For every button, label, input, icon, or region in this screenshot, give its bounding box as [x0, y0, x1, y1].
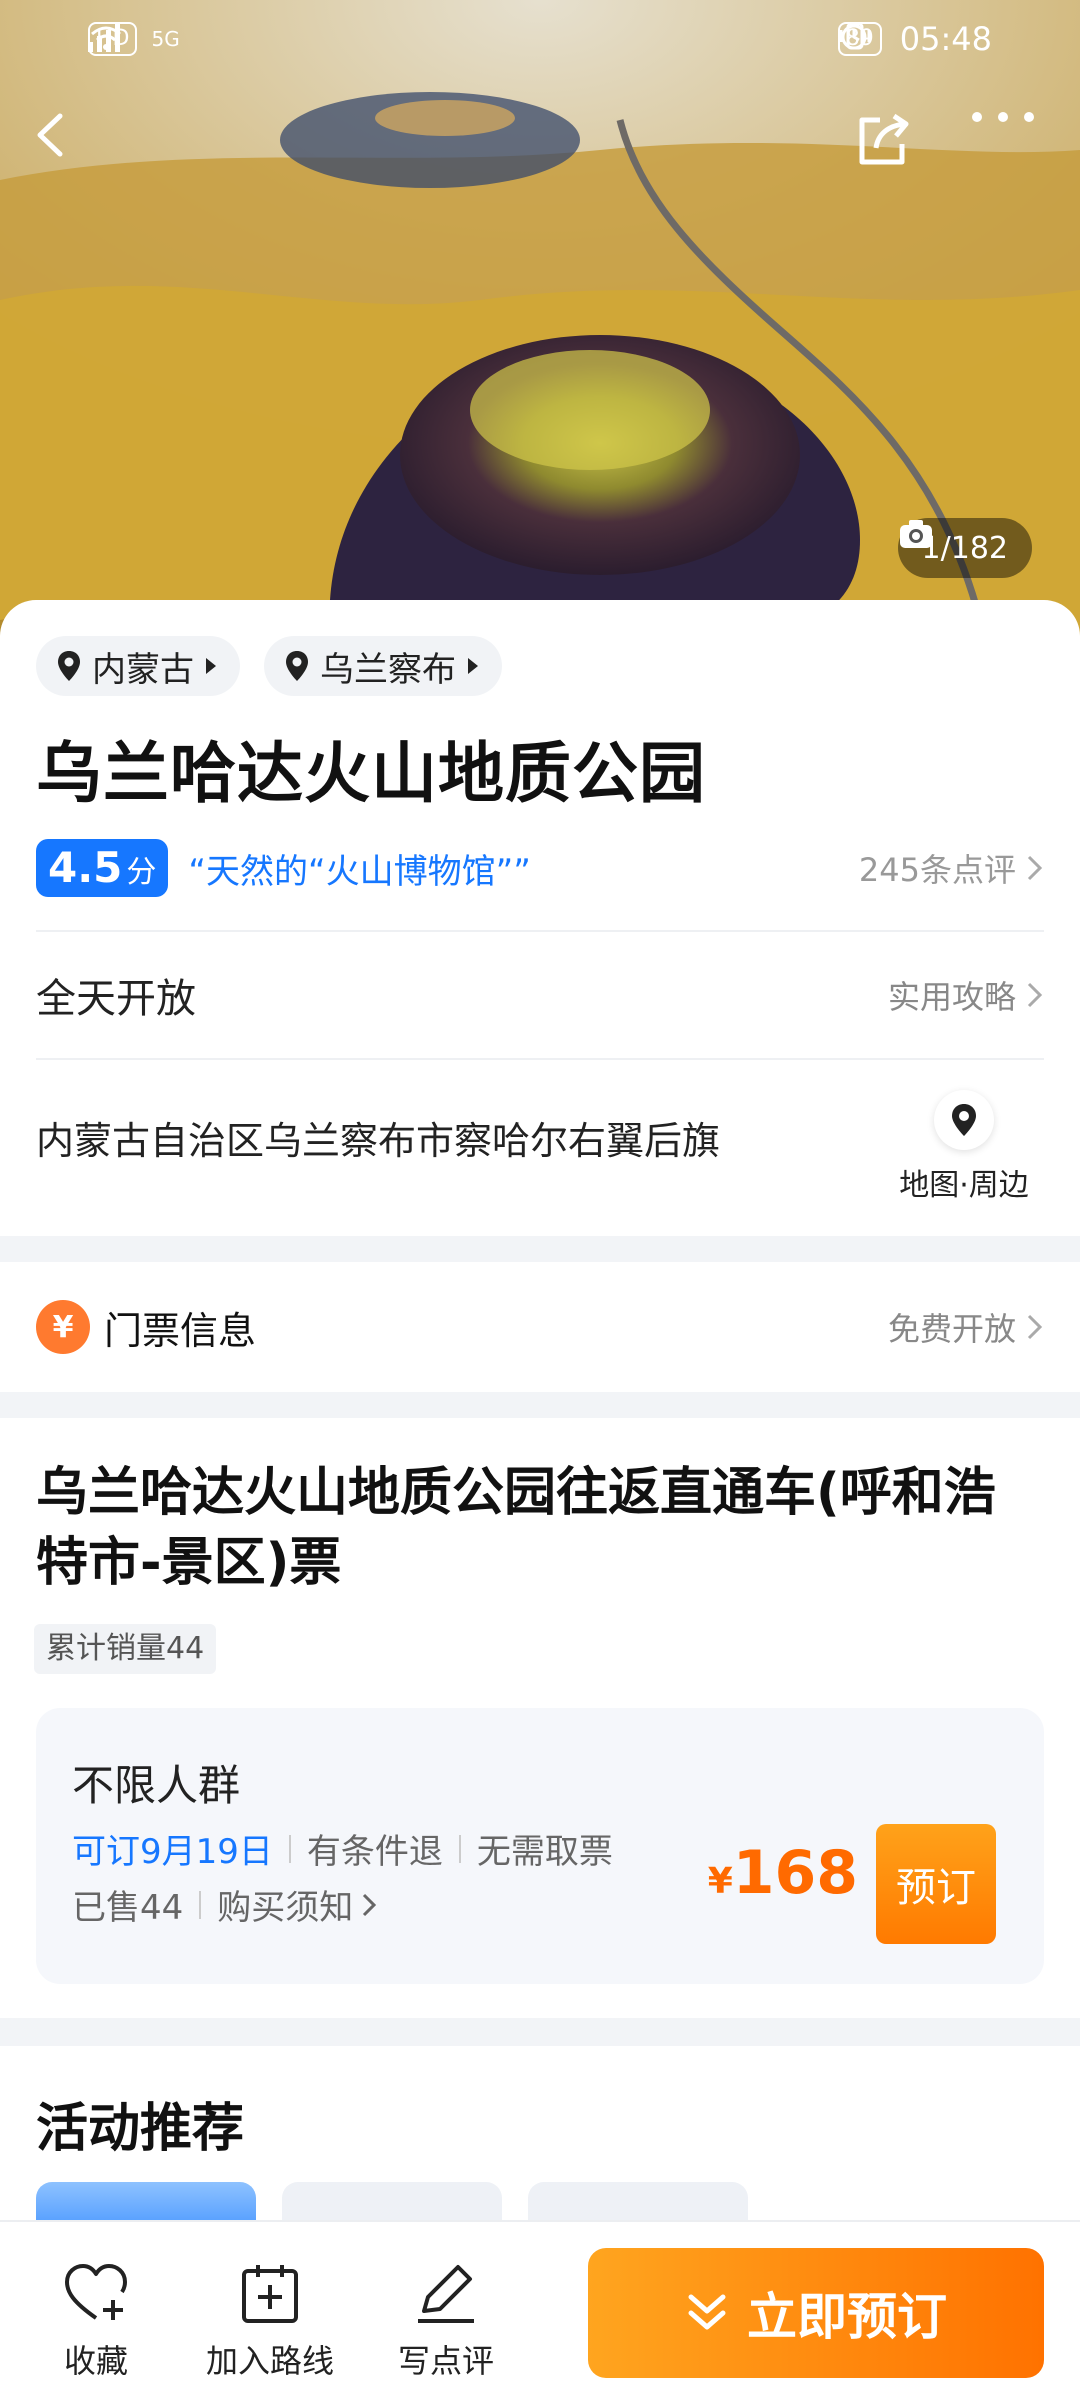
activities-title: 活动推荐 — [36, 2099, 245, 2159]
pickup-policy: 无需取票 — [476, 1832, 613, 1872]
purchase-notice-text: 购买须知 — [217, 1888, 354, 1928]
share-icon — [859, 113, 909, 165]
rating-badge: 4.5 分 — [36, 839, 169, 897]
wifi-icon — [91, 26, 121, 50]
ticket-info-value-link[interactable]: 免费开放 — [888, 1304, 1044, 1350]
location-chip-label: 内蒙古 — [92, 649, 194, 690]
divider — [458, 1834, 461, 1863]
chevron-right-icon — [363, 1893, 377, 1916]
price-currency: ¥ — [707, 1861, 733, 1902]
ticket-info-value: 免费开放 — [887, 1310, 1016, 1348]
chevron-right-icon — [1027, 1314, 1043, 1340]
location-chip-city[interactable]: 乌兰察布 — [264, 636, 502, 696]
bookable-date: 可订9月19日 — [72, 1832, 273, 1872]
book-now-button[interactable]: 立即预订 — [588, 2248, 1044, 2378]
book-now-label: 立即预订 — [747, 2288, 947, 2346]
divider — [288, 1834, 291, 1863]
add-route-button[interactable]: 加入路线 — [190, 2258, 350, 2382]
camera-icon — [899, 520, 932, 548]
clock: 05:48 — [899, 20, 992, 58]
opening-hours-row[interactable]: 全天开放 实用攻略 — [36, 930, 1044, 1058]
map-pin-container — [934, 1090, 994, 1150]
ticket-icon: ¥ — [36, 1300, 90, 1354]
double-chevron-down-icon — [688, 2294, 726, 2330]
divider — [199, 1890, 202, 1919]
address-text: 内蒙古自治区乌兰察布市察哈尔右翼后旗 — [36, 1118, 721, 1163]
heart-plus-icon — [65, 2264, 127, 2320]
opening-hours: 全天开放 — [36, 976, 196, 1022]
favorite-label: 收藏 — [63, 2342, 128, 2380]
reviews-count: 245条点评 — [858, 851, 1016, 889]
scenic-info-card: 内蒙古 乌兰察布 乌兰哈达火山地质公园 4.5 分 “天然的“火山博物馆”” 2… — [0, 600, 1080, 1236]
chevron-right-icon — [1027, 855, 1043, 881]
purchase-notice-link[interactable]: 购买须知 — [217, 1880, 377, 1929]
caret-right-icon — [206, 658, 216, 674]
location-chip-label: 乌兰察布 — [320, 649, 456, 690]
status-bar: HD 5G 89 05:48 — [0, 0, 1080, 80]
price-value: 168 — [732, 1838, 858, 1908]
offer-card[interactable]: 不限人群 可订9月19日 有条件退 无需取票 已售44 购买须知 ¥ 168 预… — [36, 1708, 1044, 1984]
refund-policy: 有条件退 — [306, 1832, 443, 1872]
network-type: 5G — [151, 27, 180, 51]
location-pin-icon — [58, 651, 80, 681]
page-title: 乌兰哈达火山地质公园 — [36, 735, 706, 812]
share-button[interactable] — [852, 110, 922, 180]
guide-link[interactable]: 实用攻略 — [888, 972, 1044, 1018]
favorite-button[interactable]: 收藏 — [16, 2258, 176, 2382]
offer-meta: 可订9月19日 有条件退 无需取票 — [72, 1824, 613, 1873]
photo-counter-text: 1/182 — [921, 530, 1008, 566]
ticket-info-label: 门票信息 — [104, 1308, 257, 1353]
book-button[interactable]: 预订 — [876, 1824, 996, 1944]
add-route-label: 加入路线 — [205, 2342, 334, 2380]
reviews-link[interactable]: 245条点评 — [859, 845, 1044, 891]
product-title[interactable]: 乌兰哈达火山地质公园往返直通车(呼和浩特市-景区)票 — [36, 1458, 1046, 1598]
guide-link-text: 实用攻略 — [887, 978, 1016, 1016]
back-button[interactable] — [30, 110, 100, 180]
map-nearby-label: 地图·周边 — [899, 1168, 1029, 1203]
bottom-action-bar: 收藏 加入路线 写点评 立即预订 — [0, 2220, 1080, 2400]
vibrate-icon — [839, 22, 871, 50]
offer-price: ¥ 168 — [708, 1838, 858, 1908]
calendar-plus-icon — [242, 2265, 298, 2323]
hero-image[interactable]: HD 5G 89 05:48 1/182 — [0, 0, 1080, 640]
rating-row[interactable]: 4.5 分 “天然的“火山博物馆”” 245条点评 — [36, 836, 1044, 900]
ticket-icon-glyph: ¥ — [52, 1309, 74, 1345]
map-nearby-button[interactable]: 地图·周边 — [884, 1090, 1044, 1204]
pen-icon — [418, 2265, 474, 2323]
caret-right-icon — [468, 658, 478, 674]
rating-unit: 分 — [126, 855, 157, 890]
offer-meta-2: 已售44 购买须知 — [72, 1880, 377, 1929]
more-dots-icon — [972, 112, 1034, 122]
back-arrow-icon — [37, 113, 63, 157]
more-button[interactable] — [970, 110, 1050, 180]
sales-tag: 累计销量44 — [34, 1624, 217, 1674]
location-pin-icon — [286, 651, 308, 681]
map-pin-icon — [952, 1104, 976, 1136]
rating-slogan: “天然的“火山博物馆”” — [188, 851, 531, 892]
location-chips: 内蒙古 乌兰察布 — [36, 636, 502, 696]
sold-count: 已售44 — [72, 1888, 184, 1928]
rating-score: 4.5 — [48, 843, 123, 892]
offer-name: 不限人群 — [72, 1761, 241, 1810]
ticket-info-row[interactable]: ¥ 门票信息 免费开放 — [0, 1262, 1080, 1392]
product-section: 乌兰哈达火山地质公园往返直通车(呼和浩特市-景区)票 累计销量44 不限人群 可… — [0, 1418, 1080, 2018]
write-review-button[interactable]: 写点评 — [366, 2258, 526, 2382]
photo-counter[interactable]: 1/182 — [897, 518, 1032, 578]
location-chip-province[interactable]: 内蒙古 — [36, 636, 240, 696]
write-review-label: 写点评 — [397, 2342, 494, 2380]
chevron-right-icon — [1027, 982, 1043, 1008]
